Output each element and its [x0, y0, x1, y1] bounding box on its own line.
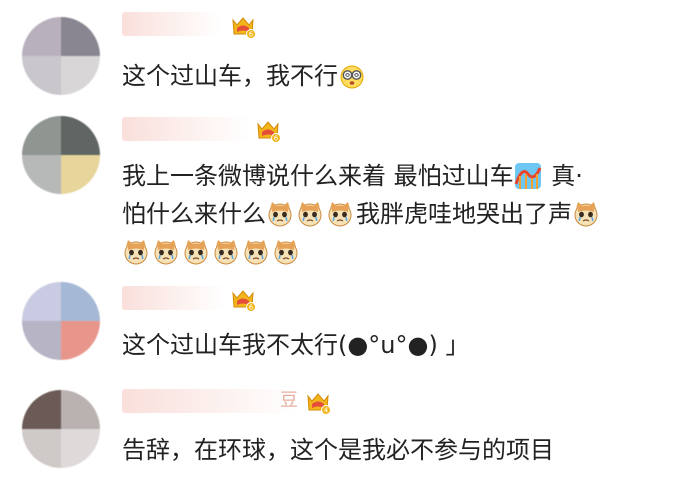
comment-text: 我上一条微博说什么来着 最怕过山车 真· 怕什么来什么 我胖虎哇地哭出了声: [122, 157, 602, 271]
crying-cat-emoji-icon: [268, 202, 292, 227]
crying-cat-emoji-icon: [574, 202, 598, 227]
comment-text: 这个过山车，我不行: [122, 57, 368, 95]
comment-line: 我上一条微博说什么来着 最怕过山车 真·: [122, 157, 602, 195]
username[interactable]: [122, 286, 226, 310]
crying-cat-emoji-icon: [274, 240, 298, 265]
svg-text:4: 4: [324, 407, 329, 415]
crying-cat-emoji-icon: [184, 240, 208, 265]
svg-text:6: 6: [274, 135, 279, 143]
text-segment: 这个过山车我不太行(●°u°●) 」: [122, 331, 470, 359]
username[interactable]: [122, 117, 250, 141]
svg-text:6: 6: [249, 31, 254, 39]
comment-line: 告辞，在环球，这个是我必不参与的项目: [122, 431, 554, 469]
text-segment: 我胖虎哇地哭出了声: [356, 200, 572, 228]
comment-line: 这个过山车我不太行(●°u°●) 」: [122, 326, 469, 364]
dizzy-face-emoji-icon: [340, 65, 364, 89]
comment-line: 怕什么来什么 我胖虎哇地哭出了声: [122, 195, 602, 233]
crying-cat-emoji-icon: [244, 240, 268, 265]
text-segment: 告辞，在环球，这个是我必不参与的项目: [122, 436, 554, 464]
crying-cat-emoji-icon: [124, 240, 148, 265]
text-segment: 这个过山车，我不行: [122, 62, 338, 90]
comment-item: 6 这个过山车，我不行: [0, 0, 700, 112]
roller-coaster-emoji-icon: [514, 163, 542, 189]
comment-item: 6 我上一条微博说什么来着 最怕过山车 真· 怕什么来什么 我胖虎哇地哭出了声: [0, 112, 700, 282]
crown-level-badge-icon: 6: [257, 121, 281, 143]
comment-line: 这个过山车，我不行: [122, 57, 368, 95]
crown-level-badge-icon: 4: [307, 393, 331, 415]
text-segment: 我上一条微博说什么来着 最怕过山车: [122, 162, 514, 190]
avatar[interactable]: [22, 17, 100, 95]
username[interactable]: [122, 12, 222, 36]
crown-level-badge-icon: 6: [232, 17, 256, 39]
svg-text:6: 6: [249, 304, 254, 312]
crying-cat-emoji-icon: [154, 240, 178, 265]
comment-item: 6 这个过山车我不太行(●°u°●) 」: [0, 282, 700, 380]
crown-level-badge-icon: 6: [232, 290, 256, 312]
crying-cat-emoji-icon: [214, 240, 238, 265]
comment-line: [122, 233, 602, 271]
comment-text: 这个过山车我不太行(●°u°●) 」: [122, 326, 469, 364]
avatar[interactable]: [22, 116, 100, 194]
text-segment: 怕什么来什么: [122, 200, 266, 228]
crying-cat-emoji-icon: [298, 202, 322, 227]
crying-cat-emoji-icon: [328, 202, 352, 227]
avatar[interactable]: [22, 282, 100, 360]
comment-item: 豆 4 告辞，在环球，这个是我必不参与的项目: [0, 380, 700, 483]
username[interactable]: 豆: [122, 389, 298, 413]
text-segment: 真·: [543, 162, 583, 190]
comment-text: 告辞，在环球，这个是我必不参与的项目: [122, 431, 554, 469]
avatar[interactable]: [22, 390, 100, 468]
